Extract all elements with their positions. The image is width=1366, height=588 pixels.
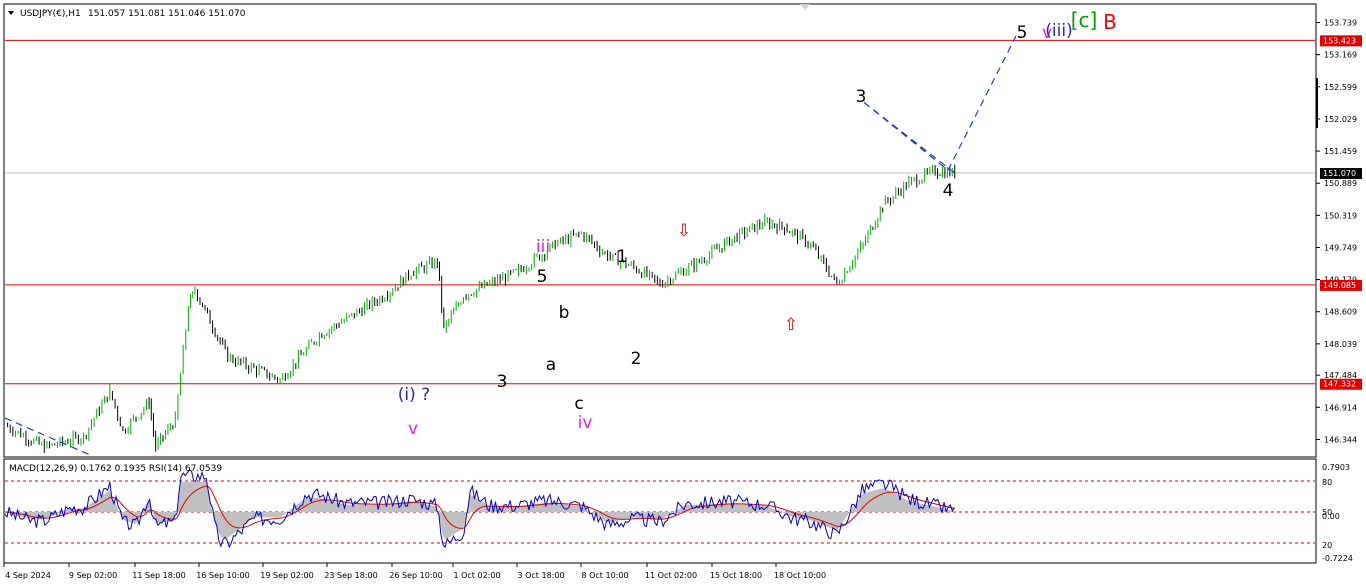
wave-label: a (546, 355, 556, 375)
price-tick-label: 146.914 (1324, 403, 1357, 412)
wave-label: 3 (497, 372, 508, 392)
time-tick-label: 18 Oct 10:00 (774, 571, 826, 580)
price-tick-label: 148.039 (1324, 340, 1357, 349)
wave-label: 5 (537, 267, 548, 287)
price-tick-label: 151.459 (1324, 147, 1357, 156)
price-tick-label: 152.599 (1324, 83, 1357, 92)
wave-label: ⇩ (677, 221, 691, 241)
wave-label: [c] (1071, 8, 1098, 32)
time-tick-label: 23 Sep 18:00 (324, 571, 377, 580)
wave-label: ⇧ (784, 315, 798, 335)
wave-label: iv (578, 413, 593, 433)
indicator-axis-label: 20 (1322, 541, 1332, 550)
level-price-label: 147.332 (1323, 380, 1356, 389)
indicator-title: MACD(12,26,9) 0.1762 0.1935 RSI(14) 67.0… (9, 464, 222, 474)
level-price-label: 149.085 (1323, 281, 1356, 290)
time-tick-label: 16 Sep 10:00 (196, 571, 249, 580)
time-tick-label: 4 Sep 2024 (5, 571, 51, 580)
time-tick-label: 8 Oct 10:00 (581, 571, 628, 580)
price-tick-label: 153.739 (1324, 19, 1357, 28)
indicator-axis-label: 0.7903 (1322, 463, 1350, 472)
wave-label: B (1103, 10, 1117, 34)
price-tick-label: 152.029 (1324, 115, 1357, 124)
time-tick-label: 11 Sep 18:00 (132, 571, 185, 580)
time-tick-label: 11 Oct 02:00 (645, 571, 697, 580)
indicator-axis-label: 80 (1322, 478, 1332, 487)
indicator-axis-label: 0.00 (1322, 512, 1340, 521)
time-tick-label: 15 Oct 18:00 (710, 571, 762, 580)
price-tick-label: 150.319 (1324, 211, 1357, 220)
chart-symbol: USDJPY(€),H1 (20, 9, 81, 19)
wave-label: b (559, 303, 570, 323)
time-tick-label: 1 Oct 02:00 (453, 571, 500, 580)
wave-label: 3 (856, 87, 867, 107)
time-tick-label: 3 Oct 18:00 (517, 571, 564, 580)
wave-label: 1 (617, 247, 628, 267)
chart-ohlc: 151.057 151.081 151.046 151.070 (88, 9, 246, 19)
time-tick-label: 9 Sep 02:00 (69, 571, 117, 580)
wave-label: (i) ? (398, 385, 430, 405)
price-tick-label: 148.609 (1324, 308, 1357, 317)
time-tick-label: 19 Sep 02:00 (260, 571, 313, 580)
price-tick-label: 153.169 (1324, 51, 1357, 60)
indicator-axis-label: -0.7224 (1322, 554, 1353, 563)
wave-label: c (574, 394, 583, 414)
wave-label: 5 (1017, 23, 1028, 43)
wave-label: (iii) (1045, 21, 1072, 41)
level-price-label: 153.423 (1323, 36, 1356, 45)
price-tick-label: 146.344 (1324, 435, 1357, 444)
time-tick-label: 26 Sep 10:00 (389, 571, 442, 580)
wave-label: 4 (943, 181, 954, 201)
price-chart[interactable]: USDJPY(€),H1 151.057 151.081 151.046 151… (0, 0, 1366, 588)
price-tick-label: 149.749 (1324, 243, 1357, 252)
wave-label: v (408, 419, 418, 439)
wave-label: 2 (631, 349, 642, 369)
price-tick-label: 150.889 (1324, 179, 1357, 188)
wave-label: iii (536, 237, 550, 257)
current-price-label: 151.070 (1323, 169, 1356, 178)
